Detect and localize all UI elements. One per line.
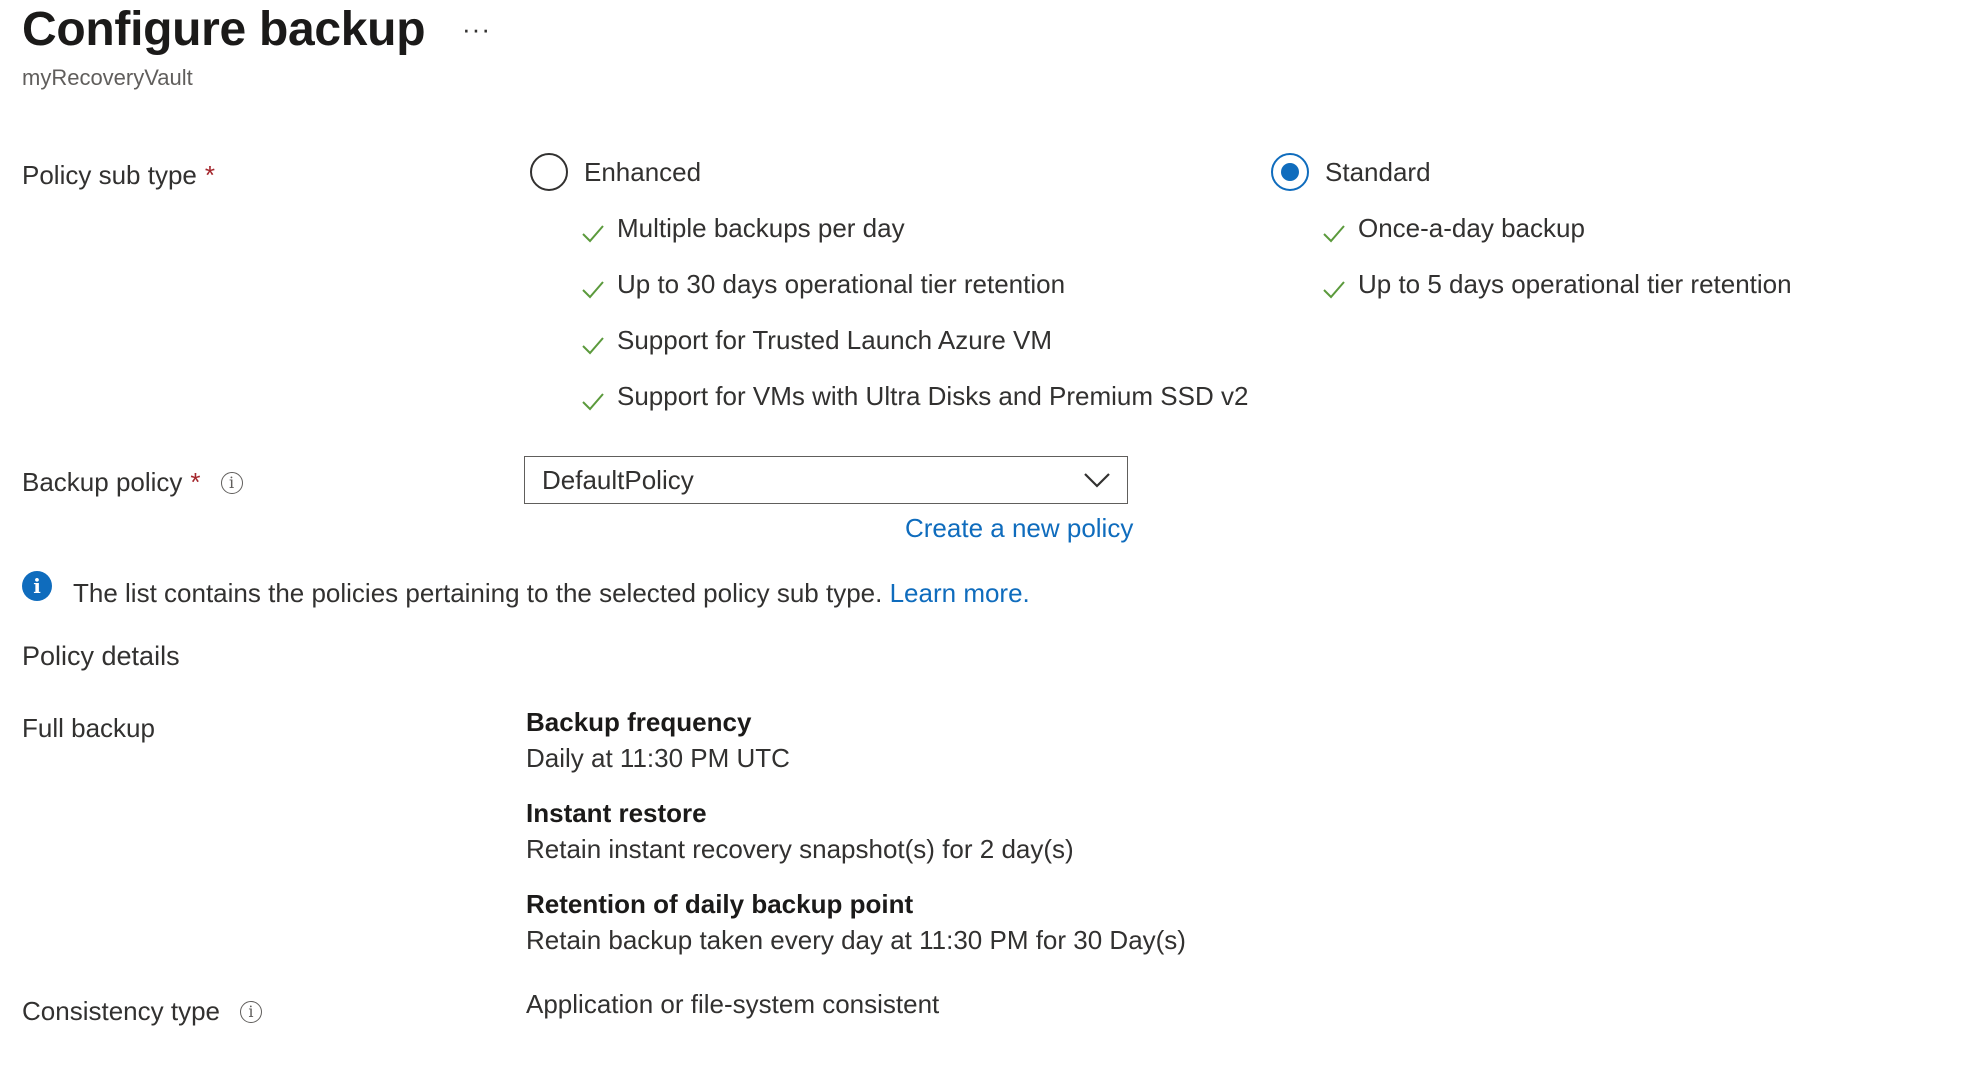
detail-item: Instant restore Retain instant recovery … bbox=[526, 798, 1186, 889]
page-subtitle: myRecoveryVault bbox=[22, 65, 193, 90]
policy-sub-type-label: Policy sub type * bbox=[22, 160, 215, 191]
detail-title: Instant restore bbox=[526, 798, 707, 828]
standard-radio[interactable] bbox=[1271, 153, 1309, 191]
consistency-type-value: Application or file-system consistent bbox=[526, 989, 940, 1019]
policy-details-heading: Policy details bbox=[22, 641, 180, 671]
chevron-down-icon bbox=[1084, 473, 1110, 488]
required-mark: * bbox=[204, 160, 215, 190]
more-options-button[interactable]: ··· bbox=[462, 14, 491, 45]
feature-item: Support for Trusted Launch Azure VM bbox=[580, 312, 1248, 368]
feature-text: Once-a-day backup bbox=[1358, 212, 1585, 243]
detail-value: Retain backup taken every day at 11:30 P… bbox=[526, 925, 1186, 955]
detail-item: Retention of daily backup point Retain b… bbox=[526, 889, 1186, 980]
backup-policy-label-text: Backup policy bbox=[22, 467, 183, 497]
enhanced-radio[interactable] bbox=[530, 153, 568, 191]
detail-title: Backup frequency bbox=[526, 707, 752, 737]
feature-text: Support for VMs with Ultra Disks and Pre… bbox=[617, 380, 1249, 411]
consistency-type-label-text: Consistency type bbox=[22, 996, 220, 1026]
checkmark-icon bbox=[1323, 281, 1345, 299]
info-icon[interactable]: i bbox=[239, 1000, 262, 1023]
radio-selected-dot bbox=[1281, 163, 1299, 181]
standard-label[interactable]: Standard bbox=[1325, 157, 1431, 188]
info-icon: i bbox=[22, 571, 52, 601]
feature-text: Up to 5 days operational tier retention bbox=[1358, 268, 1792, 299]
standard-feature-list: Once-a-day backup Up to 5 days operation… bbox=[1321, 200, 1792, 312]
detail-value: Daily at 11:30 PM UTC bbox=[526, 743, 790, 773]
feature-item: Up to 5 days operational tier retention bbox=[1321, 256, 1792, 312]
required-mark: * bbox=[190, 467, 201, 497]
checkmark-icon bbox=[1323, 225, 1345, 243]
detail-value: Retain instant recovery snapshot(s) for … bbox=[526, 834, 1074, 864]
feature-item: Once-a-day backup bbox=[1321, 200, 1792, 256]
checkmark-icon bbox=[582, 393, 604, 411]
checkmark-icon bbox=[582, 281, 604, 299]
detail-title: Retention of daily backup point bbox=[526, 889, 914, 919]
feature-item: Up to 30 days operational tier retention bbox=[580, 256, 1248, 312]
create-policy-link[interactable]: Create a new policy bbox=[905, 513, 1133, 544]
enhanced-label[interactable]: Enhanced bbox=[584, 157, 701, 188]
dropdown-selected-value: DefaultPolicy bbox=[542, 464, 694, 495]
backup-policy-label: Backup policy * i bbox=[22, 467, 243, 498]
backup-policy-dropdown[interactable]: DefaultPolicy bbox=[524, 456, 1128, 504]
info-icon[interactable]: i bbox=[220, 471, 243, 494]
checkmark-icon bbox=[582, 337, 604, 355]
policy-details-list: Backup frequency Daily at 11:30 PM UTC I… bbox=[526, 707, 1186, 980]
feature-item: Multiple backups per day bbox=[580, 200, 1248, 256]
info-banner-message: The list contains the policies pertainin… bbox=[73, 578, 883, 608]
feature-text: Up to 30 days operational tier retention bbox=[617, 268, 1066, 299]
feature-item: Support for VMs with Ultra Disks and Pre… bbox=[580, 368, 1248, 424]
full-backup-label: Full backup bbox=[22, 713, 155, 743]
page-title: Configure backup bbox=[22, 3, 426, 56]
detail-item: Backup frequency Daily at 11:30 PM UTC bbox=[526, 707, 1186, 798]
feature-text: Support for Trusted Launch Azure VM bbox=[617, 324, 1053, 355]
checkmark-icon bbox=[582, 225, 604, 243]
learn-more-link[interactable]: Learn more. bbox=[890, 578, 1030, 608]
consistency-type-label: Consistency type i bbox=[22, 996, 262, 1027]
feature-text: Multiple backups per day bbox=[617, 212, 905, 243]
info-banner-text: The list contains the policies pertainin… bbox=[73, 578, 1030, 609]
policy-sub-type-label-text: Policy sub type bbox=[22, 160, 197, 190]
enhanced-feature-list: Multiple backups per day Up to 30 days o… bbox=[580, 200, 1248, 424]
